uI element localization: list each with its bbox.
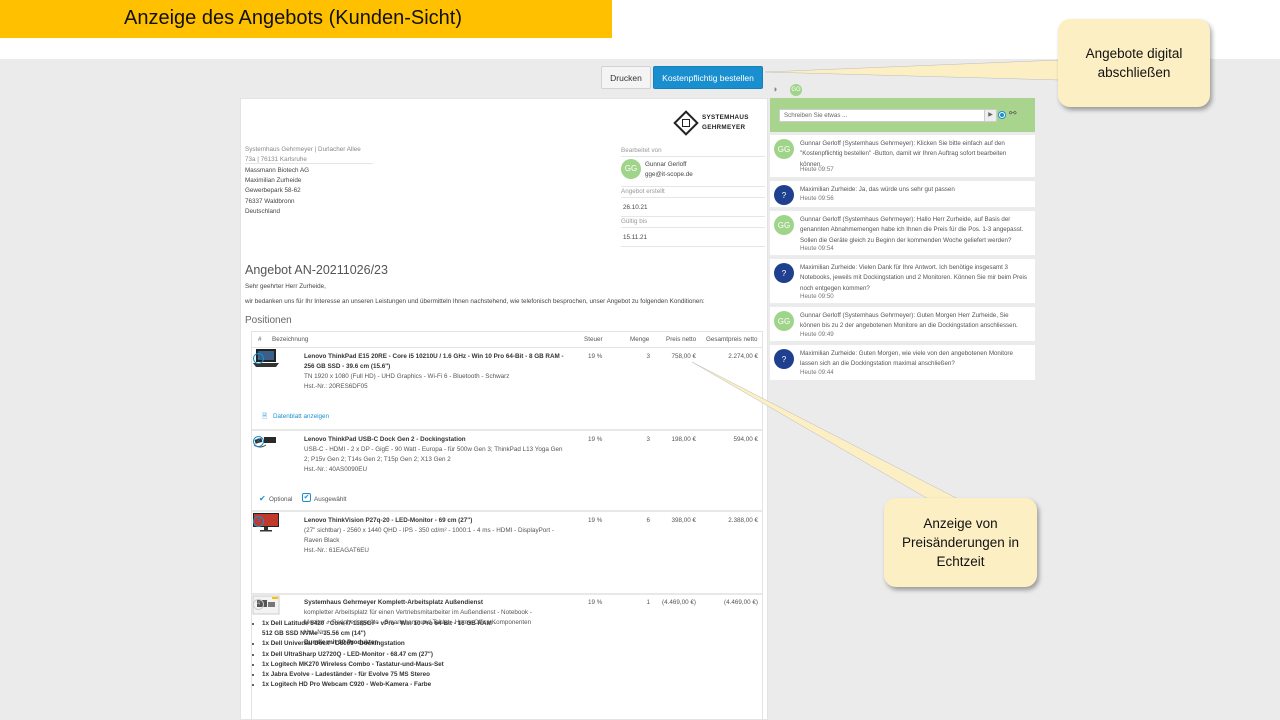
logo-mark-inner [682,119,690,127]
edited-by-label: Bearbeitet von [621,146,765,157]
chat-message: GG Gunnar Gerloff (Systemhaus Gehrmeyer)… [770,135,1035,178]
selected-label: Ausgewählt [314,496,347,503]
chat-message: ? Maximilian Zurheide: Guten Morgen, wie… [770,345,1035,381]
created-value: 26.10.21 [621,198,765,217]
offer-document: SYSTEMHAUS GEHRMEYER Systemhaus Gehrmeye… [240,98,768,720]
chat-header: Schreiben Sie etwas ... ▶ ⚯ [770,98,1035,132]
list-item: 1x Dell UltraSharp U2720Q - LED-Monitor … [262,650,512,660]
divider [245,163,373,164]
offer-title: Angebot AN-20211026/23 [245,263,388,277]
greeting: Sehr geehrter Herr Zurheide, [245,283,326,290]
chat-panel: Schreiben Sie etwas ... ▶ ⚯ GG Gunnar Ge… [770,98,1035,382]
table-row: 3 Lenovo ThinkVision P27q-20 - LED-Monit… [252,512,762,595]
callout-digital-close: Angebote digital abschließen [1058,19,1210,107]
avatar: ? [774,263,794,283]
list-item: 1x Logitech HD Pro Webcam C920 - Web-Kam… [262,680,512,690]
editor-info: Gunnar Gerloff gge@it-scope.de [645,161,693,178]
valid-label: Gültig bis [621,217,765,228]
slide-title-banner: Anzeige des Angebots (Kunden-Sicht) [0,0,612,38]
chat-message: ? Maximilian Zurheide: Ja, das würde uns… [770,181,1035,208]
mini-avatar[interactable]: GG [790,84,802,96]
chat-message: ? Maximilian Zurheide: Vielen Dank für I… [770,259,1035,304]
datasheet-icon[interactable]: 🗎 [262,412,267,422]
created-label: Angebot erstellt [621,187,765,198]
slide-title: Anzeige des Angebots (Kunden-Sicht) [124,7,462,29]
avatar: GG [774,311,794,331]
table-header: # Bezeichnung Steuer Menge Preis netto G… [252,332,762,348]
user-status-icon[interactable]: ◑ [772,84,783,95]
recipient-address: Massmann Biotech AG Maximilian Zurheide … [245,167,310,215]
avatar: ? [774,349,794,369]
table-row: 1 Lenovo ThinkPad E15 20RE - Core i5 102… [252,348,762,431]
positions-heading: Positionen [245,315,292,326]
list-item: 1x Logitech MK270 Wireless Combo - Tasta… [262,660,512,670]
avatar: GG [774,215,794,235]
company-logo: SYSTEMHAUS GEHRMEYER [702,114,749,131]
sender-line: Systemhaus Gehrmeyer | Durlacher Allee 7… [245,146,361,163]
chat-message: GG Gunnar Gerloff (Systemhaus Gehrmeyer)… [770,211,1035,256]
selected-checkbox[interactable]: ✔ [302,493,311,502]
optional-label: Optional [269,496,293,503]
send-icon[interactable]: ▶ [984,110,996,121]
avatar: GG [774,139,794,159]
order-button[interactable]: Kostenpflichtig bestellen [653,66,763,89]
table-row: 2 Lenovo ThinkPad USB-C Dock Gen 2 - Doc… [252,431,762,512]
intro-text: wir bedanken uns für Ihr Interesse an un… [245,298,705,305]
valid-value: 15.11.21 [621,228,765,247]
avatar: ? [774,185,794,205]
chat-message: GG Gunnar Gerloff (Systemhaus Gehrmeyer)… [770,307,1035,342]
visibility-radio[interactable] [999,112,1005,118]
datasheet-link[interactable]: Datenblatt anzeigen [273,412,329,422]
positions-table: # Bezeichnung Steuer Menge Preis netto G… [251,331,763,719]
print-button[interactable]: Drucken [601,66,651,89]
table-row: 4 Systemhaus Gehrmeyer Komplett-Arbeitsp… [252,595,762,719]
optional-check-icon[interactable]: ✔ [259,494,266,504]
offer-meta: Bearbeitet von GG Gunnar Gerloff gge@it-… [621,146,765,247]
chat-input[interactable]: Schreiben Sie etwas ... [779,109,997,122]
editor-avatar: GG [621,159,641,179]
callout-price-changes: Anzeige von Preisänderungen in Echtzeit [884,498,1037,587]
participants-icon[interactable]: ⚯ [1009,108,1017,119]
list-item: 1x Jabra Evolve - Ladeständer - für Evol… [262,670,512,680]
